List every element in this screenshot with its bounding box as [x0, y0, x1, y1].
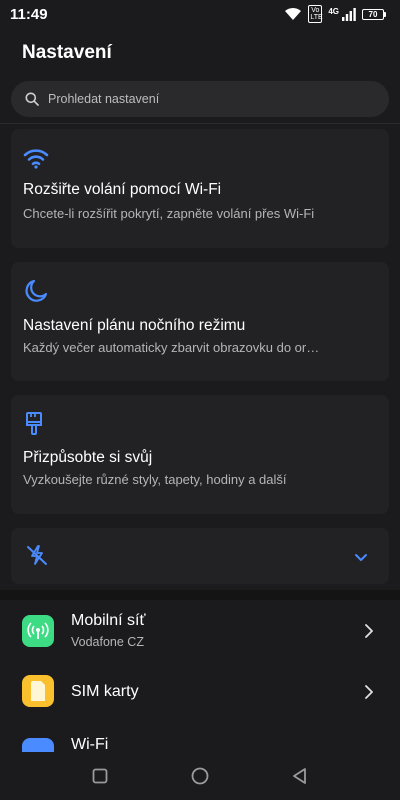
sim-card-icon — [22, 675, 54, 707]
status-bar: 11:49 Vo LTE 4G 70 — [0, 0, 400, 28]
divider — [0, 123, 400, 124]
list-item-wifi[interactable]: Wi-Fi — [0, 724, 400, 752]
suggestion-card-night-mode[interactable]: Nastavení plánu nočního režimu Každý več… — [11, 262, 389, 381]
volte-icon: Vo LTE — [308, 5, 323, 23]
battery-tip — [384, 11, 386, 17]
list-item-title: SIM karty — [71, 683, 139, 700]
search-input[interactable]: Prohledat nastavení — [11, 81, 389, 117]
wifi-icon — [23, 147, 51, 175]
antenna-icon — [22, 615, 54, 647]
navigation-bar — [0, 752, 400, 800]
signal-icon — [342, 7, 356, 21]
wifi-icon — [22, 738, 54, 752]
moon-icon — [23, 278, 51, 306]
volte-top-text: Vo — [311, 7, 320, 14]
square-icon[interactable] — [90, 766, 110, 786]
search-icon — [25, 91, 41, 107]
triangle-back-icon[interactable] — [290, 766, 310, 786]
data-off-icon — [25, 543, 49, 572]
list-item-subtitle: Vodafone CZ — [71, 635, 144, 649]
volte-bottom-text: LTE — [310, 14, 323, 21]
status-icons: Vo LTE 4G 70 — [284, 5, 386, 23]
suggestion-subtitle: Každý večer automaticky zbarvit obrazovk… — [23, 340, 320, 355]
suggestion-title: Rozšiřte volání pomocí Wi-Fi — [23, 181, 222, 198]
network-type: 4G — [328, 6, 339, 16]
wifi-status-icon — [285, 7, 302, 20]
circle-icon[interactable] — [190, 766, 210, 786]
suggestion-card-customize[interactable]: Přizpůsobte si svůj Vyzkoušejte různé st… — [11, 395, 389, 514]
page-title: Nastavení — [22, 42, 112, 63]
chevron-right-icon — [362, 624, 376, 638]
list-item-mobile-network[interactable]: Mobilní síť Vodafone CZ — [0, 600, 400, 662]
suggestion-card-collapsed[interactable] — [11, 528, 389, 584]
list-item-title: Wi-Fi — [71, 736, 109, 752]
suggestion-title: Přizpůsobte si svůj — [23, 449, 153, 466]
chevron-right-icon — [362, 685, 376, 699]
section-separator — [0, 590, 400, 600]
suggestion-subtitle: Chcete-li rozšířit pokrytí, zapněte volá… — [23, 206, 315, 221]
suggestion-title: Nastavení plánu nočního režimu — [23, 317, 246, 334]
search-placeholder: Prohledat nastavení — [48, 92, 160, 106]
battery-level: 70 — [362, 8, 384, 20]
paintbrush-icon — [23, 411, 51, 439]
status-time: 11:49 — [10, 5, 48, 23]
chevron-down-icon[interactable] — [354, 550, 368, 568]
list-item-sim-cards[interactable]: SIM karty — [0, 662, 400, 724]
battery-icon: 70 — [362, 8, 386, 20]
list-item-title: Mobilní síť — [71, 612, 146, 629]
suggestion-card-wifi-calling[interactable]: Rozšiřte volání pomocí Wi-Fi Chcete-li r… — [11, 129, 389, 248]
suggestion-subtitle: Vyzkoušejte různé styly, tapety, hodiny … — [23, 472, 287, 487]
